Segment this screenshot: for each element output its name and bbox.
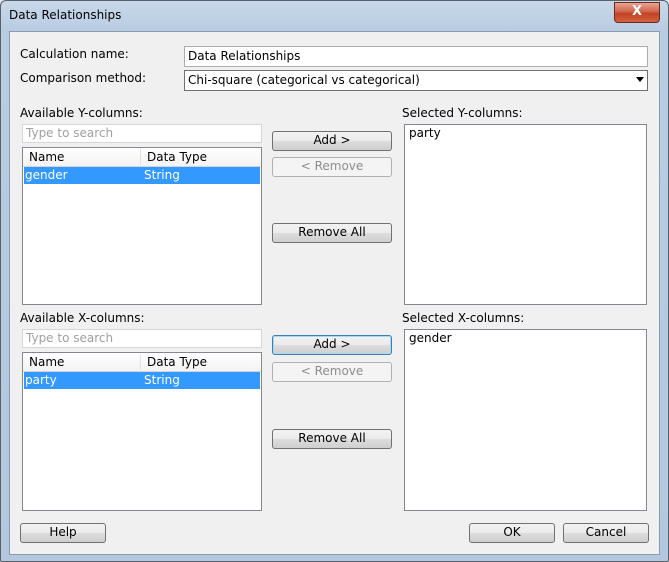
x-row-name: party: [25, 373, 57, 387]
help-button[interactable]: Help: [20, 523, 106, 543]
close-icon: X: [631, 4, 643, 19]
available-x-columns-list[interactable]: Name Data Type party String: [22, 352, 262, 511]
y-column-header-type[interactable]: Data Type: [147, 150, 207, 164]
x-row-type: String: [144, 373, 180, 387]
y-add-label: Add >: [313, 133, 351, 147]
list-item[interactable]: gender: [409, 331, 642, 345]
x-header-divider[interactable]: [140, 354, 141, 370]
y-remove-all-label: Remove All: [298, 225, 366, 239]
y-row-name: gender: [25, 168, 68, 182]
x-remove-label: < Remove: [300, 364, 364, 378]
y-list-row[interactable]: gender String: [24, 167, 260, 184]
selected-x-columns-label: Selected X-columns:: [402, 311, 525, 325]
selected-y-columns-label: Selected Y-columns:: [402, 106, 523, 120]
y-remove-all-button[interactable]: Remove All: [272, 223, 392, 243]
cancel-button[interactable]: Cancel: [563, 523, 649, 543]
x-column-header-type[interactable]: Data Type: [147, 355, 207, 369]
x-add-button[interactable]: Add >: [272, 335, 392, 355]
x-remove-all-label: Remove All: [298, 431, 366, 445]
x-list-header: Name Data Type: [23, 353, 261, 372]
x-column-header-name[interactable]: Name: [29, 355, 64, 369]
x-add-label: Add >: [313, 337, 351, 351]
data-relationships-dialog: Data Relationships X Calculation name: D…: [0, 0, 669, 562]
x-search-input[interactable]: Type to search: [22, 329, 262, 348]
selected-x-columns-list[interactable]: gender: [404, 329, 647, 511]
comparison-method-value: Chi-square (categorical vs categorical): [188, 73, 420, 87]
chevron-down-icon[interactable]: [636, 77, 644, 82]
cancel-label: Cancel: [585, 525, 627, 539]
comparison-method-label: Comparison method:: [20, 71, 147, 85]
comparison-method-select[interactable]: Chi-square (categorical vs categorical): [184, 70, 648, 91]
close-button[interactable]: X: [614, 2, 660, 23]
y-remove-label: < Remove: [300, 159, 364, 173]
y-remove-button[interactable]: < Remove: [272, 157, 392, 177]
x-list-row[interactable]: party String: [24, 372, 260, 389]
ok-button[interactable]: OK: [469, 523, 555, 543]
selected-y-columns-list[interactable]: party: [404, 124, 647, 305]
available-y-columns-label: Available Y-columns:: [20, 106, 143, 120]
calculation-name-label: Calculation name:: [20, 47, 129, 61]
ok-label: OK: [503, 525, 521, 539]
y-row-type: String: [144, 168, 180, 182]
y-list-header: Name Data Type: [23, 148, 261, 167]
y-column-header-name[interactable]: Name: [29, 150, 64, 164]
calculation-name-field[interactable]: Data Relationships: [184, 46, 648, 67]
y-add-button[interactable]: Add >: [272, 131, 392, 151]
help-label: Help: [49, 525, 77, 539]
y-search-input[interactable]: Type to search: [22, 124, 262, 143]
x-remove-all-button[interactable]: Remove All: [272, 429, 392, 449]
y-header-divider[interactable]: [140, 149, 141, 165]
title-bar[interactable]: Data Relationships X: [1, 1, 668, 31]
x-remove-button[interactable]: < Remove: [272, 362, 392, 382]
window-title: Data Relationships: [9, 8, 122, 22]
list-item[interactable]: party: [409, 126, 642, 140]
available-x-columns-label: Available X-columns:: [20, 311, 145, 325]
dialog-body: Calculation name: Data Relationships Com…: [9, 31, 660, 555]
available-y-columns-list[interactable]: Name Data Type gender String: [22, 147, 262, 305]
